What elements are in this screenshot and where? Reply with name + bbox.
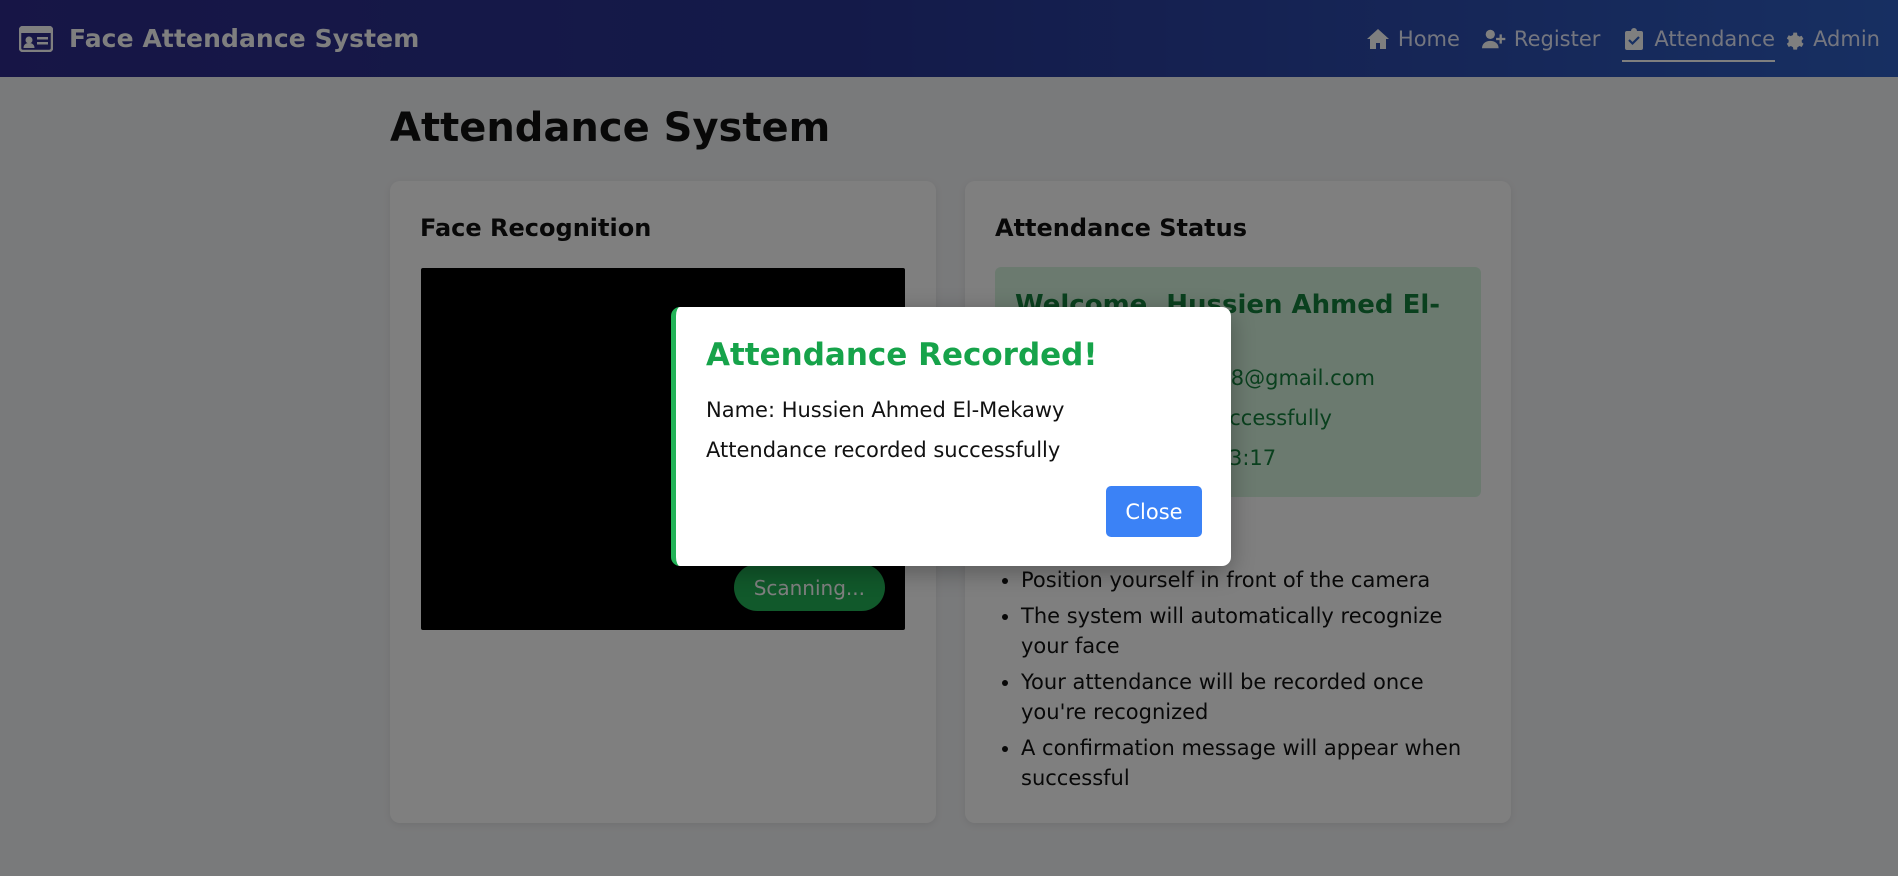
close-button[interactable]: Close [1106, 486, 1202, 537]
modal-title: Attendance Recorded! [706, 337, 1098, 373]
modal-message-line: Attendance recorded successfully [706, 438, 1061, 462]
attendance-recorded-modal: Attendance Recorded! Name: Hussien Ahmed… [671, 307, 1231, 566]
modal-name-line: Name: Hussien Ahmed El-Mekawy [706, 398, 1065, 422]
